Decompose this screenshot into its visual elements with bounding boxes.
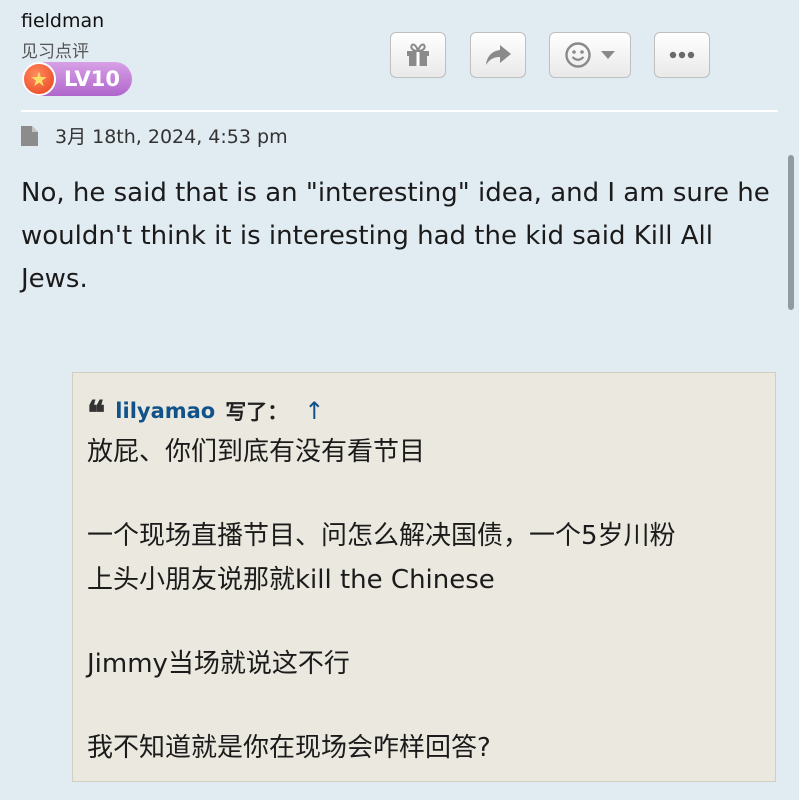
quote-block: ❝ lilyamao 写了： ↑ 放屁、你们到底有没有看节目 一个现场直播节目、… <box>72 372 776 782</box>
post-header: fieldman 见习点评 ★ LV10 <box>0 0 799 112</box>
gift-button[interactable] <box>390 32 446 78</box>
quote-author-link[interactable]: lilyamao <box>115 399 215 423</box>
quote-line: Jimmy当场就说这不行 <box>87 649 350 679</box>
quote-line: 上头小朋友说那就kill the Chinese <box>87 565 495 595</box>
star-icon: ★ <box>22 62 56 96</box>
username[interactable]: fieldman <box>21 10 104 32</box>
quote-wrote-label: 写了： <box>225 400 289 424</box>
share-icon <box>486 45 511 65</box>
share-button[interactable] <box>470 32 526 78</box>
level-badge: ★ LV10 <box>22 62 132 96</box>
jump-to-post-arrow-icon[interactable]: ↑ <box>304 397 324 425</box>
more-options-icon <box>669 51 695 59</box>
reaction-button[interactable] <box>549 32 631 78</box>
document-icon[interactable] <box>21 125 38 146</box>
more-options-button[interactable] <box>654 32 710 78</box>
chevron-down-icon <box>601 51 615 59</box>
quote-line: 放屁、你们到底有没有看节目 <box>87 437 426 467</box>
header-divider <box>21 110 778 112</box>
quote-citation: ❝ lilyamao 写了： ↑ <box>87 391 324 431</box>
post-body: No, he said that is an "interesting" ide… <box>21 178 770 294</box>
quote-icon: ❝ <box>87 394 106 434</box>
scrollbar[interactable] <box>788 155 794 310</box>
quote-line: 我不知道就是你在现场会咋样回答? <box>87 733 491 763</box>
quote-line: 一个现场直播节目、问怎么解决国债，一个5岁川粉 <box>87 521 676 551</box>
post-meta: 3月 18th, 2024, 4:53 pm <box>21 122 288 149</box>
user-rank: 见习点评 <box>21 42 89 62</box>
post-timestamp: 3月 18th, 2024, 4:53 pm <box>55 126 288 148</box>
gift-icon <box>407 43 429 66</box>
level-label: LV10 <box>64 67 120 91</box>
emoji-reaction-icon <box>565 42 591 68</box>
